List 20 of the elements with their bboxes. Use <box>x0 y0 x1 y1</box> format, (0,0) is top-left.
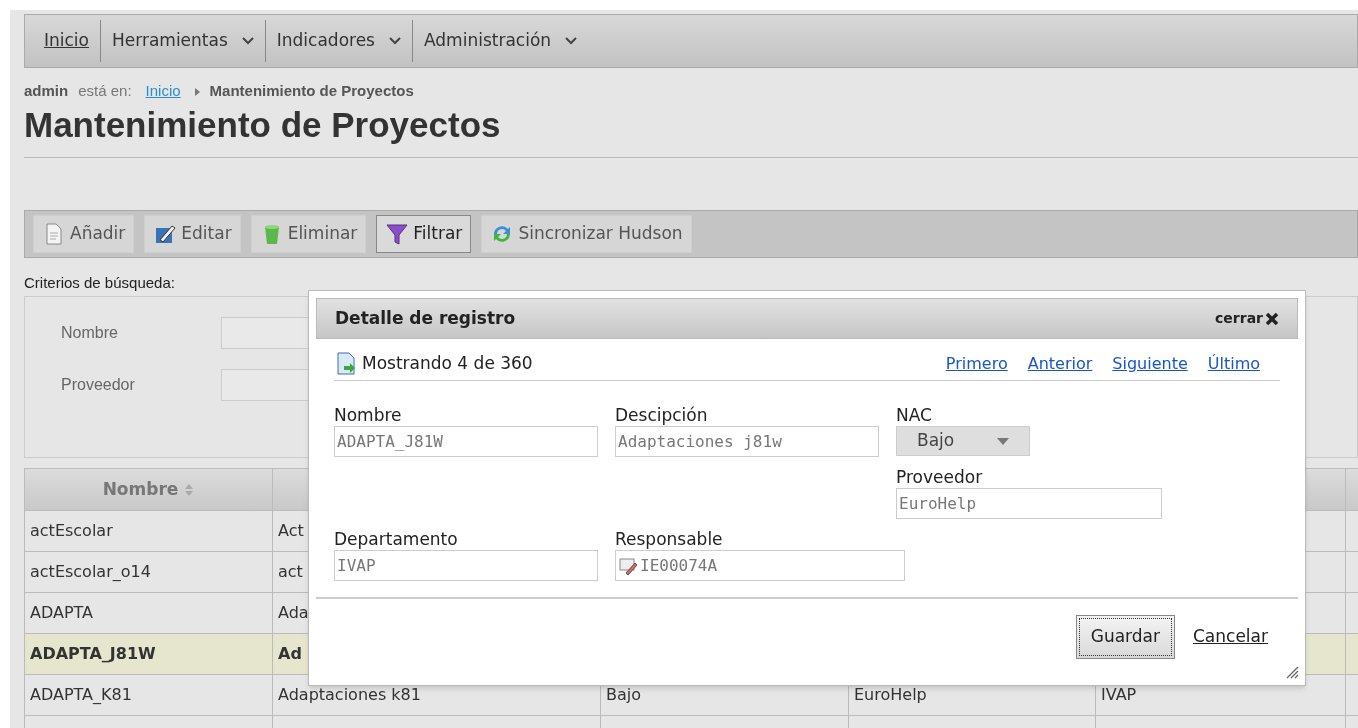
table-cell: actEscolar_o14 <box>24 551 273 593</box>
field-label: Proveedor <box>61 375 136 395</box>
table-cell: ADAPTA_K81 <box>24 674 273 716</box>
record-position: Mostrando 4 de 360 <box>362 351 533 375</box>
field-label: Departamento <box>334 529 459 549</box>
user-name: admin <box>24 81 69 101</box>
breadcrumb-current: Mantenimiento de Proyectos <box>209 81 414 101</box>
location-label: está en: <box>78 81 132 101</box>
dialog-title: Detalle de registro <box>335 306 516 330</box>
page-title: Mantenimiento de Proyectos <box>24 103 502 146</box>
table-cell: actEscolar <box>24 510 273 552</box>
field-label: Nombre <box>61 323 119 343</box>
field-label: Descipción <box>615 405 709 425</box>
field-label: NAC <box>896 405 933 425</box>
search-criteria-title: Criterios de búsqueda: <box>24 272 176 293</box>
table-cell: ADAPTA <box>24 592 273 634</box>
table-cell: ADAPTA_J81W <box>24 633 273 675</box>
field-label: Responsable <box>615 529 724 549</box>
field-label: Proveedor <box>896 467 984 487</box>
field-label: Nombre <box>334 405 403 425</box>
